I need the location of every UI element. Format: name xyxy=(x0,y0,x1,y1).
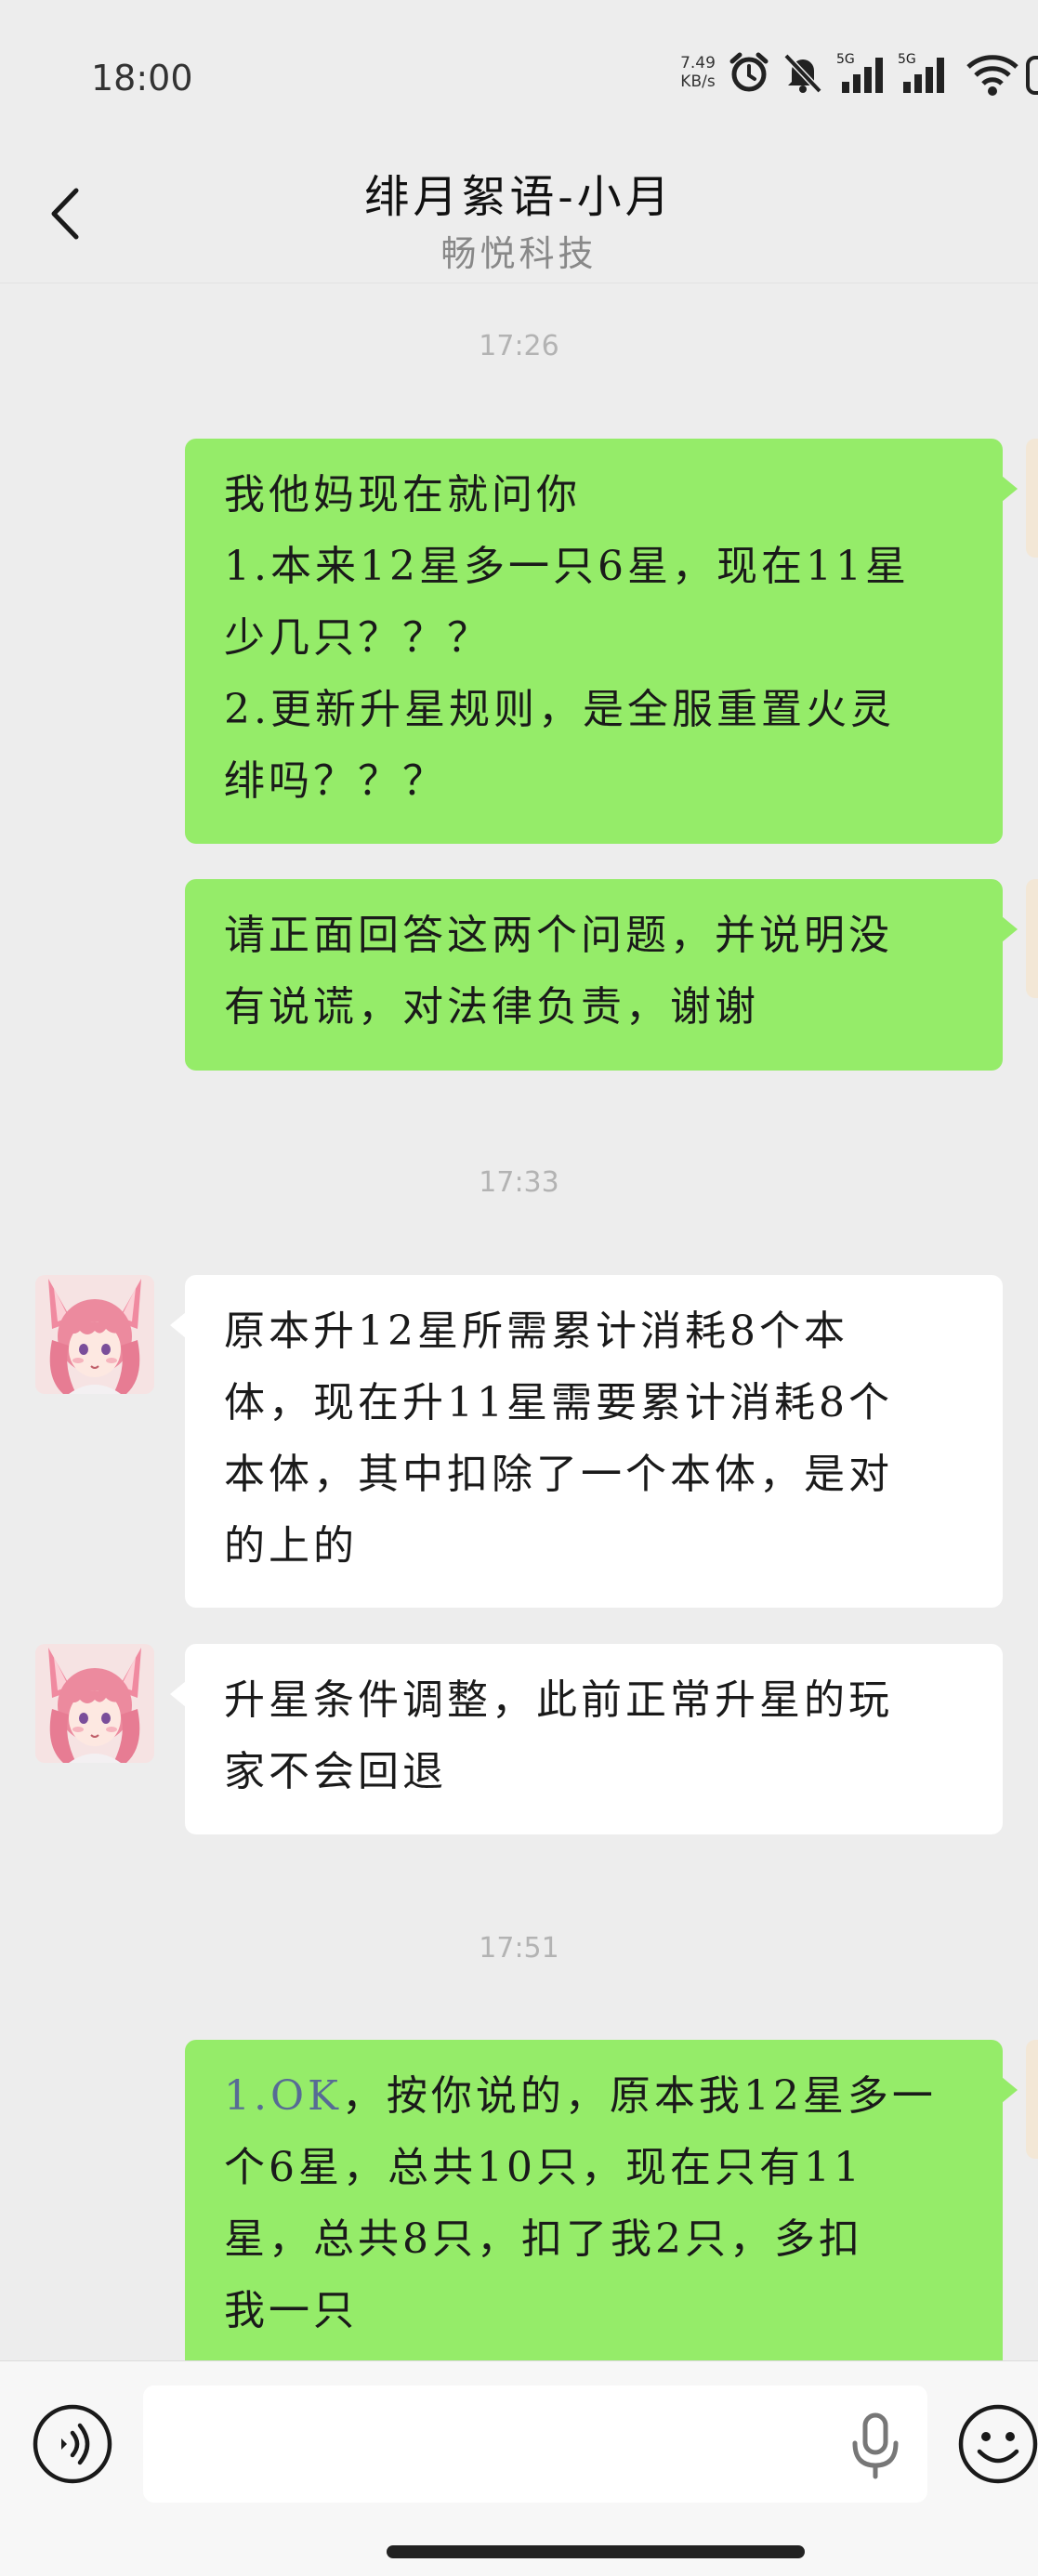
chat-subtitle: 畅悦科技 xyxy=(440,233,598,274)
message-line: 少几只？？？ xyxy=(224,614,492,662)
wifi-icon xyxy=(966,55,1018,96)
network-speed-unit: KB/s xyxy=(680,72,716,91)
message-line: 我一只 xyxy=(224,2287,358,2334)
message-timestamp: 17:26 xyxy=(479,330,559,362)
message-line: 家不会回退 xyxy=(224,1748,447,1795)
contact-avatar[interactable] xyxy=(35,1275,154,1394)
message-timestamp: 17:33 xyxy=(479,1166,559,1199)
message-link[interactable]: 1.OK xyxy=(224,2072,342,2120)
self-avatar[interactable] xyxy=(1026,879,1038,998)
message-line: 有说谎，对法律负责，谢谢 xyxy=(224,983,759,1031)
network-speed: 7.49 KB/s xyxy=(677,54,719,91)
message-line: 1.本来12星多一只6星，现在11星 xyxy=(224,543,910,590)
message-line: 原本升12星所需累计消耗8个本 xyxy=(224,1308,848,1355)
message-line: 升星条件调整，此前正常升星的玩 xyxy=(224,1676,893,1724)
message-bubble-sent[interactable]: 1.OK，按你说的，原本我12星多一 个6星，总共10只，现在只有11 星，总共… xyxy=(185,2040,1018,2374)
message-line: 1.OK，按你说的，原本我12星多一 xyxy=(224,2060,964,2132)
home-indicator[interactable] xyxy=(387,2545,805,2558)
message-text: ，按你说的，原本我12星多一 xyxy=(341,2072,937,2120)
alarm-icon xyxy=(729,52,769,92)
message-line: 的上的 xyxy=(224,1522,358,1570)
signal-5g-icon: 5G xyxy=(898,52,952,97)
message-bubble-sent[interactable]: 请正面回答这两个问题，并说明没 有说谎，对法律负责，谢谢 xyxy=(185,879,1018,1071)
message-bubble-sent[interactable]: 我他妈现在就问你 1.本来12星多一只6星，现在11星 少几只？？？ 2.更新升… xyxy=(185,439,1018,844)
bell-off-icon xyxy=(783,53,822,94)
self-avatar[interactable] xyxy=(1026,439,1038,558)
message-bubble-received[interactable]: 升星条件调整，此前正常升星的玩 家不会回退 xyxy=(170,1644,1003,1834)
status-time: 18:00 xyxy=(91,58,193,99)
message-timestamp: 17:51 xyxy=(479,1932,559,1965)
message-line: 我他妈现在就问你 xyxy=(224,471,581,519)
message-line: 星，总共8只，扣了我2只，多扣 xyxy=(224,2215,863,2263)
network-speed-value: 7.49 xyxy=(680,54,716,72)
contact-avatar[interactable] xyxy=(35,1644,154,1763)
input-bar xyxy=(0,2360,1038,2576)
voice-mode-button[interactable] xyxy=(32,2403,113,2485)
message-line: 体，现在升11星需要累计消耗8个 xyxy=(224,1379,893,1426)
message-line: 2.更新升星规则，是全服重置火灵 xyxy=(224,686,895,733)
message-line: 本体，其中扣除了一个本体，是对 xyxy=(224,1451,893,1498)
self-avatar[interactable] xyxy=(1026,2040,1038,2159)
message-bubble-received[interactable]: 原本升12星所需累计消耗8个本 体，现在升11星需要累计消耗8个 本体，其中扣除… xyxy=(170,1275,1003,1608)
emoji-button[interactable] xyxy=(957,2403,1038,2485)
chat-header: 绯月絮语-小月 畅悦科技 xyxy=(0,139,1038,283)
chat-title: 绯月絮语-小月 xyxy=(364,171,674,223)
message-line: 请正面回答这两个问题，并说明没 xyxy=(224,912,893,959)
signal-5g-icon: 5G xyxy=(836,52,890,97)
microphone-icon[interactable] xyxy=(847,2412,903,2480)
battery-icon xyxy=(1026,56,1038,95)
message-input[interactable] xyxy=(143,2385,927,2503)
message-line: 个6星，总共10只，现在只有11 xyxy=(224,2144,863,2191)
status-bar: 18:00 7.49 KB/s 5G 5G xyxy=(0,0,1038,139)
message-line: 绯吗？？？ xyxy=(224,757,447,805)
